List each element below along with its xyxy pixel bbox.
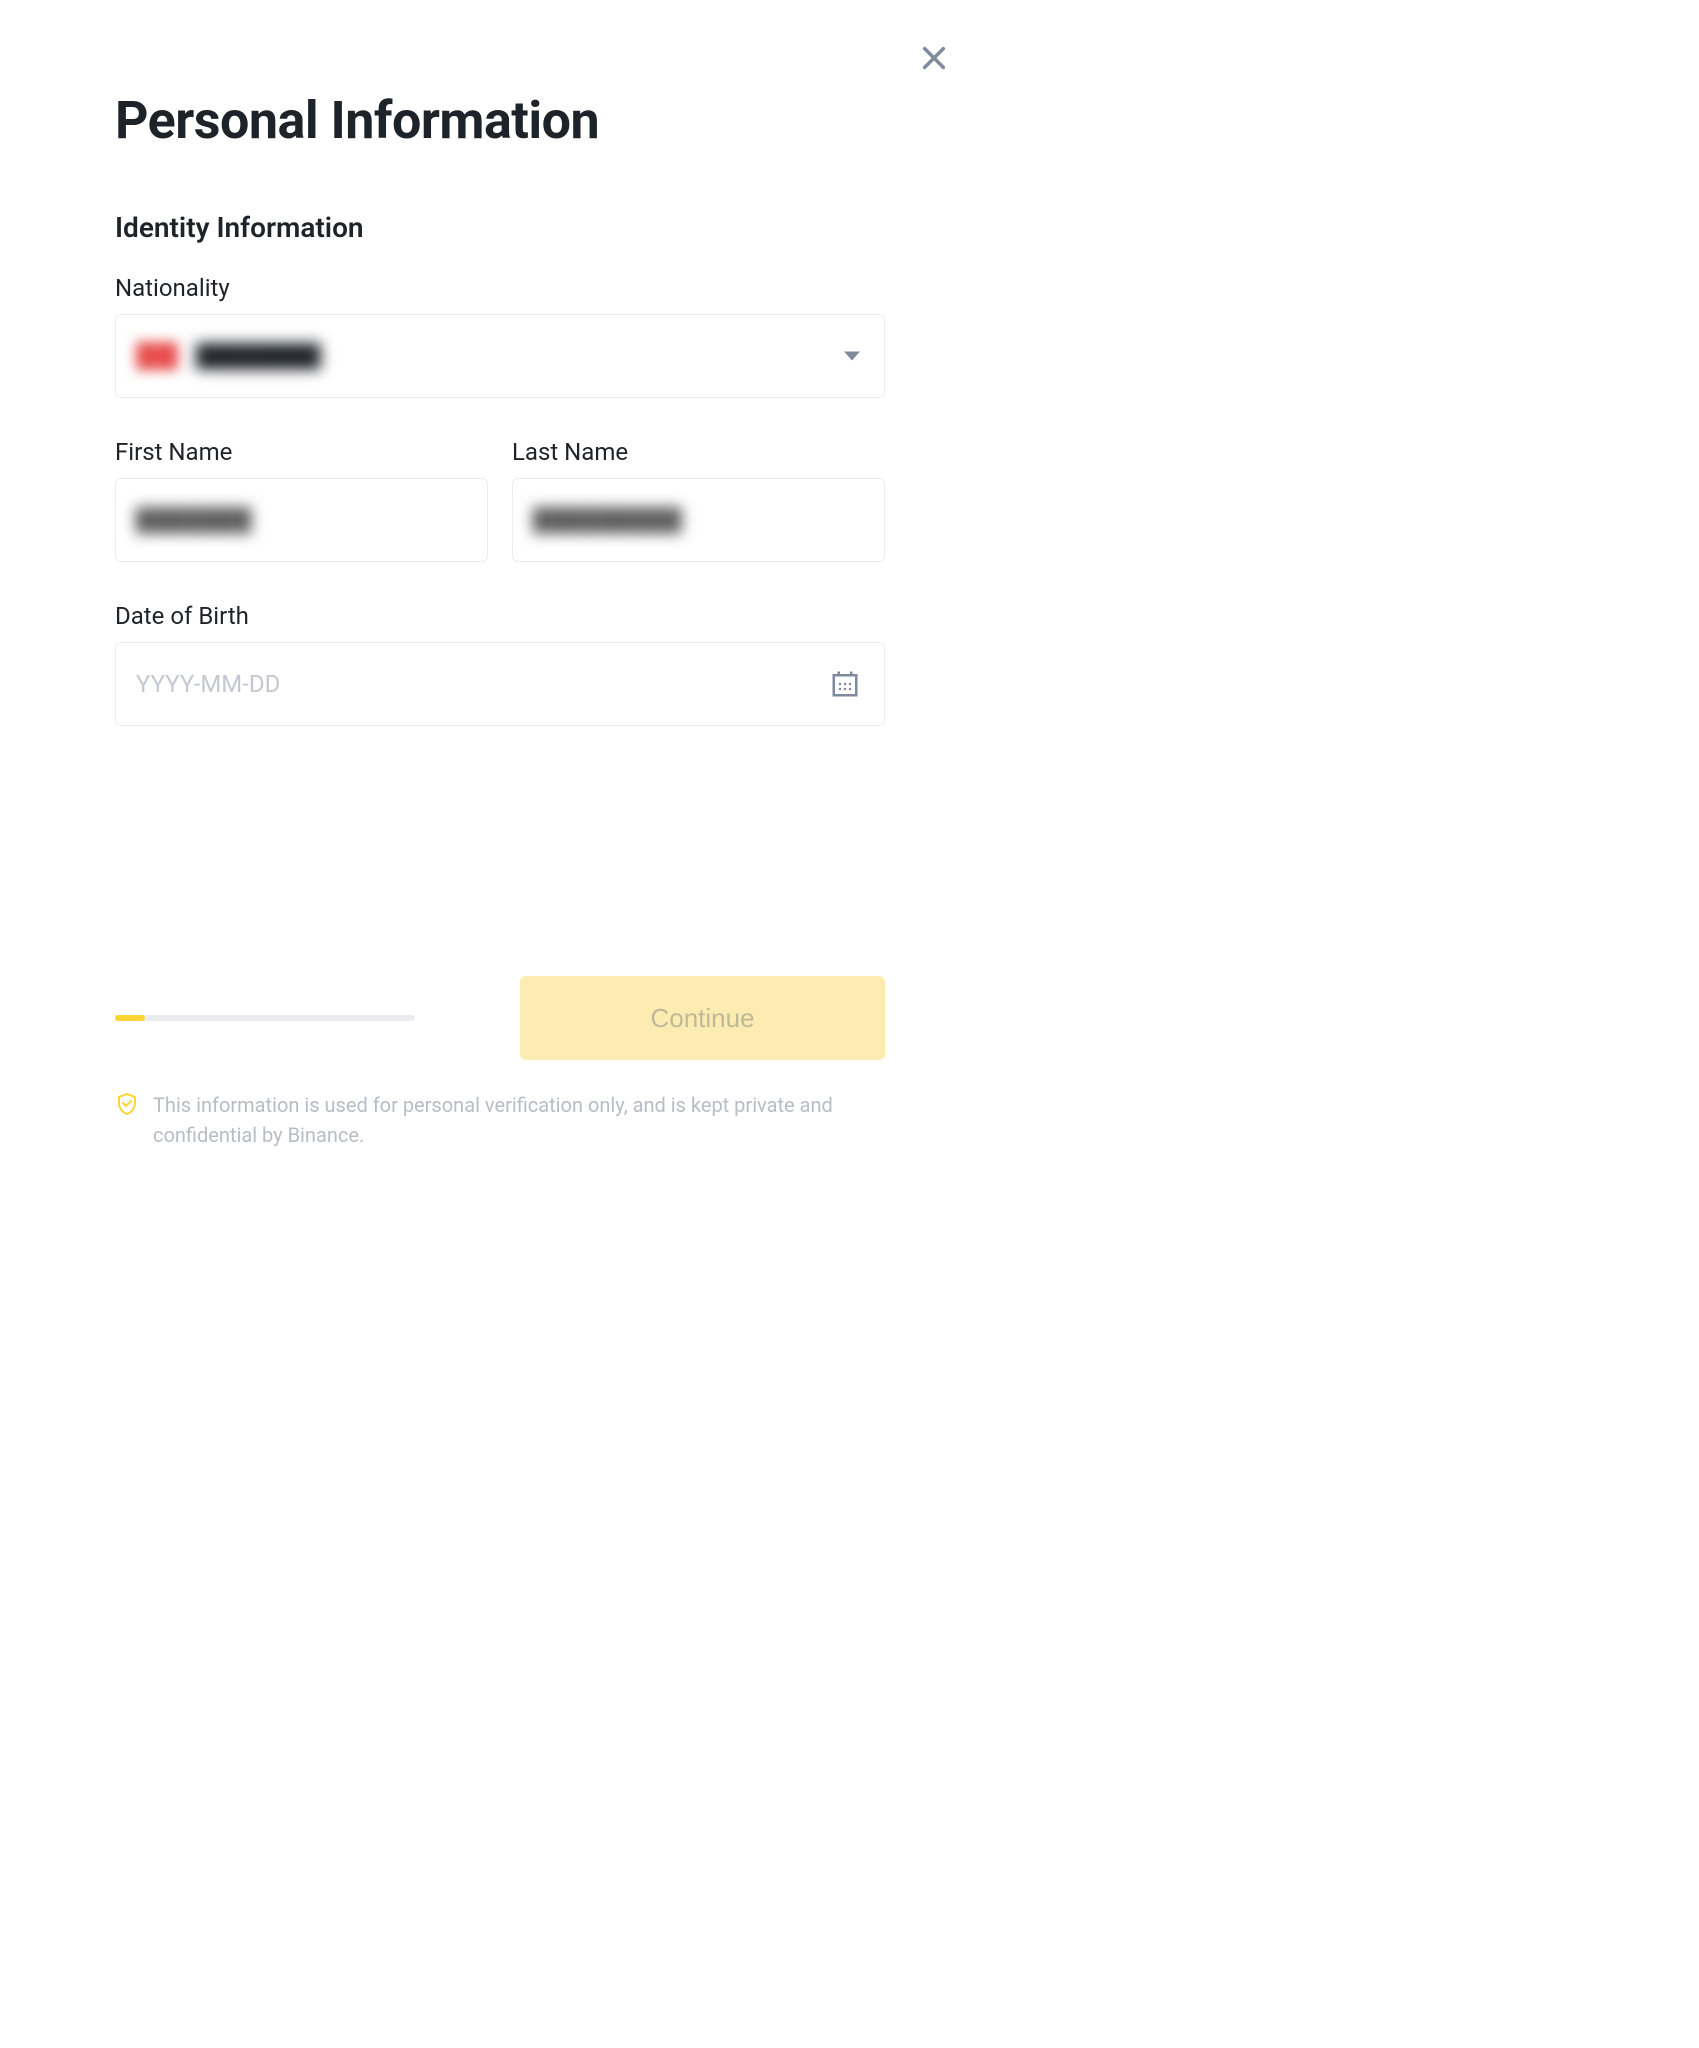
calendar-icon [830,669,860,699]
action-row: Continue [115,976,885,1060]
page-title: Personal Information [115,90,885,151]
last-name-value: █████████ [533,507,682,533]
footer-text: This information is used for personal ve… [153,1090,885,1150]
last-name-input[interactable]: █████████ [512,478,885,562]
section-title: Identity Information [115,211,885,244]
dob-field-group: Date of Birth YYYY-MM-DD [115,602,885,726]
dob-label: Date of Birth [115,602,885,630]
progress-fill [115,1015,145,1021]
last-name-label: Last Name [512,438,885,466]
progress-bar [115,1015,415,1021]
name-field-group: First Name ███████ Last Name █████████ [115,438,885,562]
close-icon [920,44,948,72]
first-name-value: ███████ [136,507,252,533]
bottom-area: Continue This information is used for pe… [115,976,885,1150]
footer-note: This information is used for personal ve… [115,1090,885,1150]
nationality-field-group: Nationality ████████ [115,274,885,398]
dob-input[interactable]: YYYY-MM-DD [115,642,885,726]
chevron-down-icon [844,352,860,361]
shield-check-icon [115,1092,139,1116]
nationality-select[interactable]: ████████ [115,314,885,398]
dob-placeholder: YYYY-MM-DD [136,670,280,698]
flag-icon [136,342,178,370]
continue-button[interactable]: Continue [520,976,885,1060]
first-name-input[interactable]: ███████ [115,478,488,562]
nationality-label: Nationality [115,274,885,302]
first-name-label: First Name [115,438,488,466]
close-button[interactable] [916,40,952,76]
nationality-value: ████████ [196,343,321,369]
